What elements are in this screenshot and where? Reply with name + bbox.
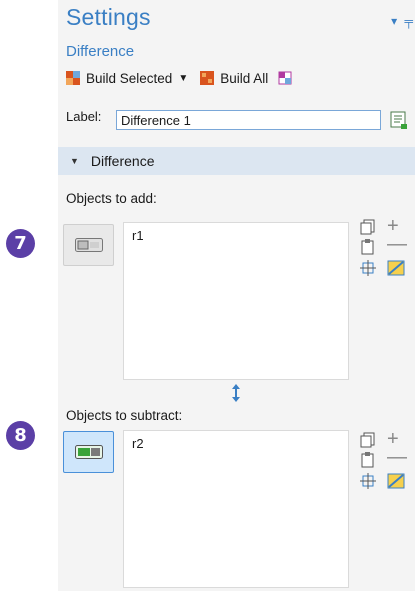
list-item[interactable]: r1 (132, 228, 340, 243)
add-icon[interactable]: + (387, 215, 403, 237)
build-toolbar: Build Selected ▼ Build All (66, 68, 298, 88)
step-badge-7: 7 (6, 229, 35, 258)
collapse-triangle-icon: ▼ (70, 156, 79, 166)
edit-label-icon[interactable] (388, 109, 410, 131)
clear-selection-icon[interactable] (387, 260, 407, 276)
left-margin (0, 0, 58, 591)
remove-icon[interactable]: — (387, 233, 407, 255)
build-all-button[interactable]: Build All (200, 71, 268, 86)
add-selection-toggle[interactable] (63, 224, 114, 266)
section-header-difference[interactable]: ▼ Difference (58, 147, 415, 175)
objects-to-subtract-list[interactable]: r2 (123, 430, 349, 588)
paste-icon[interactable] (360, 239, 376, 255)
subtract-selection-toggle[interactable] (63, 431, 114, 473)
label-caption: Label: (66, 109, 101, 124)
copy-icon[interactable] (360, 432, 376, 448)
add-icon[interactable]: + (387, 428, 403, 450)
zoom-to-selection-icon[interactable] (360, 473, 376, 489)
copy-icon[interactable] (360, 219, 376, 235)
label-caption-text: Label: (66, 109, 102, 124)
label-input[interactable] (116, 110, 381, 130)
toggle-on-icon (74, 445, 103, 459)
build-selected-button[interactable]: Build Selected ▼ (66, 71, 200, 86)
objects-to-add-list[interactable]: r1 (123, 222, 349, 380)
page-title: Settings (66, 4, 151, 30)
zoom-to-selection-icon[interactable] (360, 260, 376, 276)
objects-to-add-caption: Objects to add: (66, 191, 157, 206)
objects-to-subtract-caption: Objects to subtract: (66, 408, 183, 423)
build-all-icon (200, 71, 215, 85)
node-subtitle: Difference (66, 43, 135, 60)
chevron-down-icon[interactable]: ▼ (178, 73, 188, 84)
toggle-off-icon (74, 238, 103, 252)
build-all-label: Build All (220, 70, 269, 86)
build-selected-icon (66, 71, 80, 85)
step-badge-8: 8 (6, 421, 35, 450)
header-icons: ▾ ╤ (391, 14, 413, 28)
clear-selection-icon[interactable] (387, 473, 407, 489)
paste-icon[interactable] (360, 452, 376, 468)
pin-icon[interactable]: ╤ (404, 14, 413, 28)
section-title: Difference (90, 153, 155, 169)
list-item[interactable]: r2 (132, 436, 340, 451)
build-geometry-icon[interactable] (278, 71, 292, 85)
remove-icon[interactable]: — (387, 446, 407, 468)
resize-handle-icon[interactable] (229, 383, 243, 403)
build-selected-label: Build Selected (86, 70, 173, 86)
dropdown-arrow-icon[interactable]: ▾ (391, 14, 397, 28)
